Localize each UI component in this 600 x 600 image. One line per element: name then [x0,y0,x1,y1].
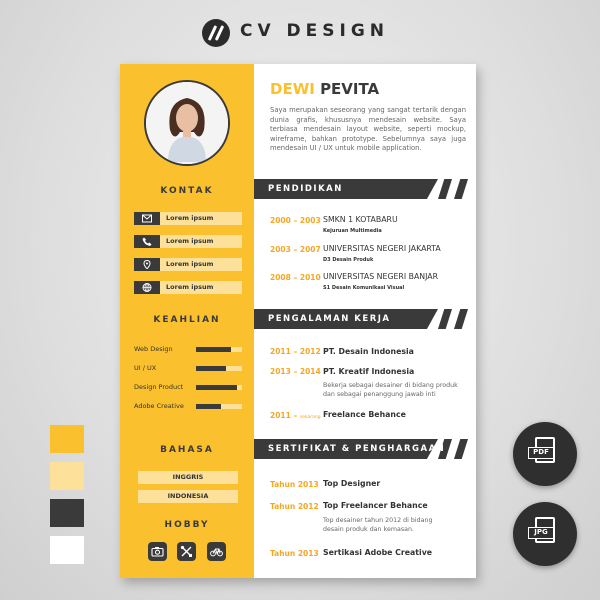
skill-bar [196,366,242,371]
full-name: DEWI PEVITA [270,80,379,98]
cert-description: Top desainer tahun 2012 di bidang desain… [323,517,433,533]
jpg-label: JPG [528,527,554,539]
brand-header: CV DESIGN [0,16,600,50]
brand-title: CV DESIGN [240,21,390,41]
first-name: DEWI [270,80,315,98]
work-years-start: 2011 – [270,411,298,420]
work-company: PT. Desain Indonesia [323,347,414,356]
contact-website[interactable]: Lorem ipsum [134,281,242,294]
skill-label: UI / UX [134,364,157,372]
skill-bar-fill [196,385,238,390]
about-text: Saya merupakan seseorang yang sangat ter… [270,106,466,153]
mail-icon [134,212,160,225]
contact-website-text: Lorem ipsum [160,281,242,294]
contact-phone[interactable]: Lorem ipsum [134,235,242,248]
skill-label: Design Product [134,383,184,391]
swatch-yellow [50,425,84,453]
cert-title: Top Designer [323,479,381,488]
phone-icon [134,235,160,248]
edu-school: UNIVERSITAS NEGERI BANJAR [323,272,439,281]
work-company: Freelance Behance [323,410,406,419]
camera-icon [148,542,167,561]
section-banner-pendidikan: PENDIDIKAN [254,179,476,199]
skill-bar [196,385,242,390]
pdf-file-icon[interactable]: PDF [513,422,577,486]
work-years-suffix: sekarang [299,415,321,420]
section-banner-sertifikat: SERTIFIKAT & PENGHARGAAN [254,439,476,459]
edu-school: SMKN 1 KOTABARU [323,215,398,224]
skill-row: Adobe Creative [134,401,246,411]
resume-sheet: KONTAK Lorem ipsum Lorem ipsum Lorem ips… [120,64,476,578]
bahasa-title: BAHASA [160,445,214,455]
skill-bar-fill [196,366,226,371]
edu-school: UNIVERSITAS NEGERI JAKARTA [323,244,441,253]
bicycle-icon [207,542,226,561]
contact-email[interactable]: Lorem ipsum [134,212,242,225]
kontak-title: KONTAK [160,186,214,196]
skill-label: Web Design [134,345,173,353]
profile-photo [144,80,230,166]
swatch-white [50,536,84,564]
skill-bar [196,347,242,352]
pendidikan-title: PENDIDIKAN [268,184,343,194]
cert-title: Top Freelancer Behance [323,501,428,510]
contact-location[interactable]: Lorem ipsum [134,258,242,271]
section-banner-pengalaman: PENGALAMAN KERJA [254,309,476,329]
skill-row: Web Design [134,344,246,354]
sidebar: KONTAK Lorem ipsum Lorem ipsum Lorem ips… [120,64,254,578]
work-description: Bekerja sebagai desainer di bidang produ… [323,382,458,398]
skill-bar [196,404,242,409]
cert-year: Tahun 2013 [270,549,319,558]
jpg-file-icon[interactable]: JPG [513,502,577,566]
language-item: INGGRIS [138,471,238,484]
keahlian-title: KEAHLIAN [153,315,221,325]
edu-years: 2008 – 2010 [270,273,321,282]
skill-row: Design Product [134,382,246,392]
edu-detail: D3 Desain Produk [323,257,374,263]
language-item: INDONESIA [138,490,238,503]
cert-title: Sertikasi Adobe Creative [323,548,433,557]
brand-logo-icon [202,19,230,47]
location-icon [134,258,160,271]
skill-row: UI / UX [134,363,246,373]
edu-detail: Kejuruan Multimedia [323,228,382,234]
tools-icon [177,542,196,561]
swatch-dark [50,499,84,527]
pdf-label: PDF [528,447,554,459]
edu-detail: S1 Desain Komunikasi Visual [323,285,405,291]
cert-year: Tahun 2013 [270,480,319,489]
cert-year: Tahun 2012 [270,502,319,511]
last-name: PEVITA [320,80,380,98]
globe-icon [134,281,160,294]
contact-email-text: Lorem ipsum [160,212,242,225]
swatch-light-yellow [50,462,84,490]
hobby-title: HOBBY [164,520,210,530]
work-years: 2011 – sekarang [270,411,321,420]
skill-bar-fill [196,404,222,409]
contact-phone-text: Lorem ipsum [160,235,242,248]
skill-label: Adobe Creative [134,402,184,410]
skill-bar-fill [196,347,231,352]
work-years: 2011 – 2012 [270,347,321,356]
work-years: 2013 – 2014 [270,367,321,376]
work-company: PT. Kreatif Indonesia [323,367,415,376]
edu-years: 2003 – 2007 [270,245,321,254]
edu-years: 2000 – 2003 [270,216,321,225]
sertifikat-title: SERTIFIKAT & PENGHARGAAN [268,444,446,454]
pengalaman-title: PENGALAMAN KERJA [268,314,391,324]
contact-location-text: Lorem ipsum [160,258,242,271]
